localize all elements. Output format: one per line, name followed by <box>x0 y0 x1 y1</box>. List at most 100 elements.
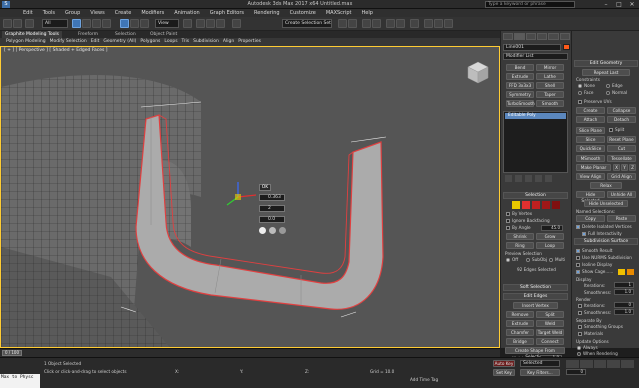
materials-checkbox[interactable] <box>578 332 582 336</box>
tab-graphite-modeling-tools[interactable]: Graphite Modeling Tools <box>2 31 63 38</box>
viewport-label[interactable]: [ + ] [ Perspective ] [ Shaded + Edged F… <box>4 48 108 53</box>
vertex-level-icon[interactable] <box>512 201 520 209</box>
update-when-rendering-radio[interactable] <box>577 352 581 356</box>
menu-views[interactable]: Views <box>85 9 109 17</box>
cage-color-swatch-1[interactable] <box>618 269 625 275</box>
make-planar-button[interactable]: Make Planar <box>576 164 611 171</box>
reset-plane-button[interactable]: Reset Plane <box>607 136 636 143</box>
ribbon-tris[interactable]: Tris <box>180 38 192 46</box>
tab-selection[interactable]: Selection <box>115 31 136 38</box>
polygon-level-icon[interactable] <box>542 201 550 209</box>
detach-button[interactable]: Detach <box>607 116 636 123</box>
hide-selected-button[interactable]: Hide Selected <box>576 191 605 203</box>
lathe-button[interactable]: Lathe <box>536 73 564 80</box>
menu-animation[interactable]: Animation <box>169 9 205 17</box>
go-to-end-icon[interactable] <box>621 360 634 368</box>
create-tab-icon[interactable] <box>503 33 514 40</box>
menu-maxscript[interactable]: MAXScript <box>321 9 357 17</box>
align-icon[interactable] <box>348 19 357 28</box>
snap-toggle-icon[interactable] <box>196 19 205 28</box>
taper-button[interactable]: Taper <box>536 91 564 98</box>
current-frame-spinner[interactable]: 0 <box>566 369 586 375</box>
smooth-button[interactable]: Smooth <box>536 100 564 107</box>
pivot-center-icon[interactable] <box>183 19 192 28</box>
split-checkbox[interactable] <box>609 128 613 132</box>
render-setup-icon[interactable] <box>424 19 433 28</box>
object-name-field[interactable]: Line001 <box>503 44 561 51</box>
named-selection-set-dropdown[interactable]: Create Selection Set <box>282 19 332 28</box>
bridge-button[interactable]: Bridge <box>506 338 534 345</box>
select-scale-icon[interactable] <box>140 19 149 28</box>
ribbon-properties[interactable]: Properties <box>236 38 263 46</box>
select-by-name-icon[interactable] <box>82 19 91 28</box>
update-always-radio[interactable] <box>577 346 581 350</box>
minimize-button[interactable]: – <box>600 0 612 9</box>
rendered-frame-icon[interactable] <box>434 19 443 28</box>
display-tab-icon[interactable] <box>548 33 559 40</box>
smoothing-groups-checkbox[interactable] <box>578 325 582 329</box>
grow-button[interactable]: Grow <box>536 233 564 240</box>
by-vertex-checkbox[interactable] <box>506 212 510 216</box>
menu-help[interactable]: Help <box>357 9 378 17</box>
constraint-none-radio[interactable] <box>578 84 582 88</box>
make-unique-icon[interactable] <box>525 175 532 182</box>
symmetry-button[interactable]: Symmetry <box>506 91 534 98</box>
menu-rendering[interactable]: Rendering <box>249 9 285 17</box>
quickslice-button[interactable]: QuickSlice <box>576 145 605 152</box>
render-iterations-spinner[interactable]: 0 <box>614 302 634 308</box>
selection-rollout[interactable]: Selection <box>503 192 568 199</box>
preview-subobj-radio[interactable] <box>526 258 530 262</box>
ribbon-polygons[interactable]: Polygons <box>138 38 162 46</box>
subdivision-surface-rollout[interactable]: Subdivision Surface <box>574 238 638 245</box>
object-color-swatch[interactable] <box>563 44 570 50</box>
paste-button[interactable]: Paste <box>607 215 636 222</box>
shrink-button[interactable]: Shrink <box>506 233 534 240</box>
app-logo-icon[interactable]: S <box>2 1 10 8</box>
target-weld-button[interactable]: Target Weld <box>536 329 564 336</box>
ffd-button[interactable]: FFD 3x3x3 <box>506 82 534 89</box>
menu-edit[interactable]: Edit <box>18 9 38 17</box>
ribbon-geometry-all[interactable]: Geometry (All) <box>101 38 138 46</box>
configure-sets-icon[interactable] <box>545 175 552 182</box>
tab-object-paint[interactable]: Object Paint <box>150 31 177 38</box>
ring-button[interactable]: Ring <box>506 242 534 249</box>
add-time-tag-button[interactable]: Add Time Tag <box>410 377 438 382</box>
tab-freeform[interactable]: Freeform <box>78 31 98 38</box>
ribbon-edit[interactable]: Edit <box>89 38 102 46</box>
layer-explorer-icon[interactable] <box>362 19 371 28</box>
caddy-apply-icon[interactable] <box>269 227 276 234</box>
ribbon-loops[interactable]: Loops <box>162 38 179 46</box>
percent-snap-icon[interactable] <box>216 19 225 28</box>
mirror-button[interactable]: Mirror <box>536 64 564 71</box>
edge-level-icon[interactable] <box>522 201 530 209</box>
by-angle-checkbox[interactable] <box>506 226 510 230</box>
extrude-button[interactable]: Extrude <box>506 320 534 327</box>
ribbon-align[interactable]: Align <box>221 38 236 46</box>
modifier-list-dropdown[interactable]: Modifier List <box>503 53 568 60</box>
element-level-icon[interactable] <box>552 201 560 209</box>
maxscript-listener[interactable]: Max to Physc <box>0 374 40 388</box>
viewport-scene[interactable] <box>1 47 500 348</box>
preview-multi-radio[interactable] <box>549 258 553 262</box>
bend-button[interactable]: Bend <box>506 64 534 71</box>
next-frame-icon[interactable] <box>607 360 621 368</box>
menu-customize[interactable]: Customize <box>285 9 321 17</box>
hide-unselected-button[interactable]: Hide Unselected <box>584 200 628 207</box>
delete-isolated-checkbox[interactable] <box>576 225 580 229</box>
material-editor-icon[interactable] <box>410 19 419 28</box>
grid-align-button[interactable]: Grid Align <box>607 173 636 180</box>
modifier-stack[interactable]: Editable Poly <box>503 111 568 173</box>
ribbon-modify-selection[interactable]: Modify Selection <box>48 38 89 46</box>
menu-modifiers[interactable]: Modifiers <box>136 9 169 17</box>
caddy-segments-field[interactable]: 2 <box>259 205 285 212</box>
full-interactivity-checkbox[interactable] <box>582 232 586 236</box>
remove-modifier-icon[interactable] <box>535 175 542 182</box>
modify-tab-icon[interactable] <box>514 33 525 40</box>
constraint-face-radio[interactable] <box>578 91 582 95</box>
cage-color-swatch-2[interactable] <box>627 269 634 275</box>
constraint-edge-radio[interactable] <box>606 84 610 88</box>
graphite-toggle-icon[interactable] <box>372 19 381 28</box>
previous-frame-icon[interactable] <box>579 360 593 368</box>
planar-y-button[interactable]: Y <box>621 164 628 171</box>
caddy-check-icon[interactable] <box>259 227 266 234</box>
